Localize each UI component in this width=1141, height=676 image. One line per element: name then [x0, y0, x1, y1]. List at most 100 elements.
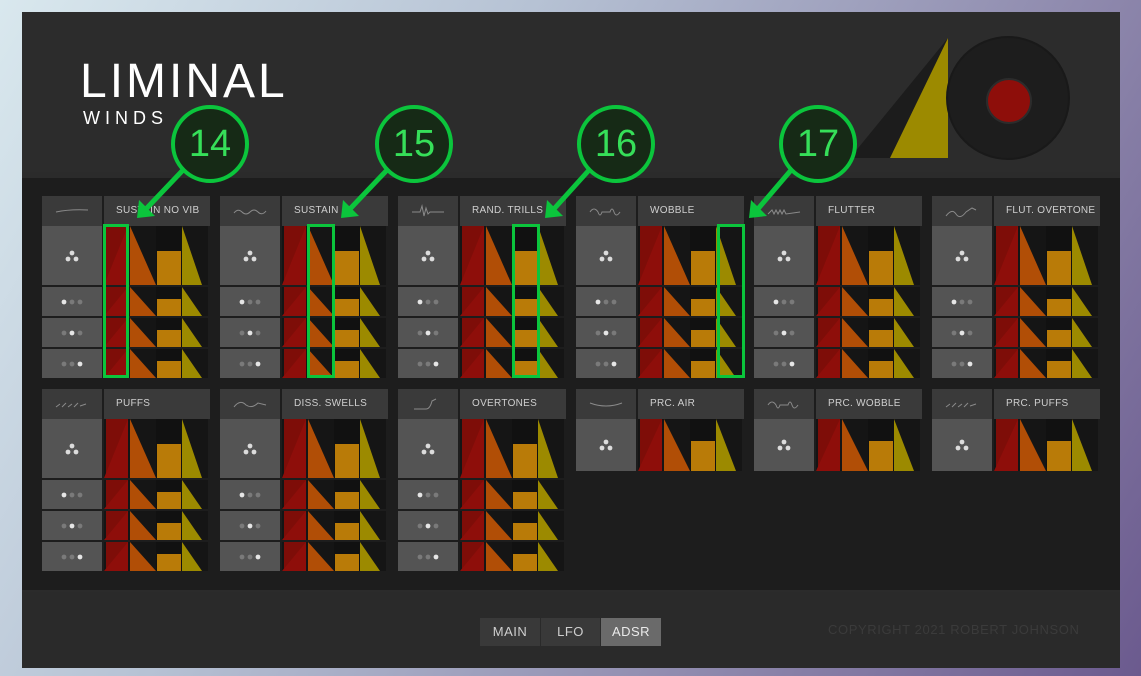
- articulation-pad-2[interactable]: [576, 318, 636, 347]
- release-meter[interactable]: [360, 419, 386, 571]
- dots-icon: [599, 250, 613, 261]
- dots-icon: [773, 361, 795, 366]
- decay-meter[interactable]: [664, 226, 690, 378]
- articulation-pad-1[interactable]: [220, 287, 280, 316]
- attack-meter[interactable]: [282, 226, 308, 378]
- articulation-pad-2[interactable]: [42, 318, 102, 347]
- sustain-meter[interactable]: [690, 419, 716, 471]
- release-meter[interactable]: [894, 226, 920, 378]
- articulation-pad-all[interactable]: [932, 419, 992, 471]
- articulation-pad-3[interactable]: [398, 542, 458, 571]
- nav-lfo-button[interactable]: LFO: [541, 618, 600, 646]
- articulation-pad-3[interactable]: [220, 542, 280, 571]
- sustain-meter[interactable]: [690, 226, 716, 378]
- attack-meter[interactable]: [638, 226, 664, 378]
- dots-icon: [417, 554, 439, 559]
- dots-icon: [243, 250, 257, 261]
- decay-meter[interactable]: [1020, 226, 1046, 378]
- articulation-pad-1[interactable]: [42, 287, 102, 316]
- overtone-wave-icon: [398, 389, 458, 419]
- panel-title: PUFFS: [104, 389, 210, 419]
- sustain-meter[interactable]: [512, 419, 538, 571]
- articulation-pad-2[interactable]: [754, 318, 814, 347]
- articulation-pad-all[interactable]: [932, 226, 992, 285]
- vibrato-wave-icon: [220, 196, 280, 226]
- release-meter[interactable]: [1072, 226, 1098, 378]
- sustain-meter[interactable]: [1046, 226, 1072, 378]
- articulation-pad-all[interactable]: [398, 226, 458, 285]
- brand-logo: LIMINAL: [80, 55, 288, 108]
- release-meter[interactable]: [538, 226, 564, 378]
- articulation-pad-all[interactable]: [220, 419, 280, 478]
- dots-icon: [243, 443, 257, 454]
- articulation-pad-all[interactable]: [754, 226, 814, 285]
- sustain-meter[interactable]: [868, 226, 894, 378]
- attack-meter[interactable]: [460, 226, 486, 378]
- master-knob[interactable]: [948, 38, 1068, 158]
- puff-wave-icon: [42, 389, 102, 419]
- release-meter[interactable]: [360, 226, 386, 378]
- articulation-pad-2[interactable]: [398, 318, 458, 347]
- articulation-pad-3[interactable]: [932, 349, 992, 378]
- articulation-pad-all[interactable]: [220, 226, 280, 285]
- sustain-meter[interactable]: [334, 226, 360, 378]
- articulation-pad-1[interactable]: [576, 287, 636, 316]
- nav-main-button[interactable]: MAIN: [480, 618, 540, 646]
- sustain-meter[interactable]: [868, 419, 894, 471]
- decay-meter[interactable]: [486, 419, 512, 571]
- articulation-pad-all[interactable]: [576, 226, 636, 285]
- articulation-pad-all[interactable]: [398, 419, 458, 478]
- attack-meter[interactable]: [816, 419, 842, 471]
- articulation-pad-3[interactable]: [576, 349, 636, 378]
- attack-meter[interactable]: [994, 419, 1020, 471]
- attack-meter[interactable]: [282, 419, 308, 571]
- decay-meter[interactable]: [130, 226, 156, 378]
- decay-meter[interactable]: [664, 419, 690, 471]
- sustain-meter[interactable]: [1046, 419, 1072, 471]
- articulation-pad-2[interactable]: [42, 511, 102, 540]
- release-meter[interactable]: [538, 419, 564, 571]
- articulation-pad-3[interactable]: [754, 349, 814, 378]
- decay-meter[interactable]: [842, 419, 868, 471]
- articulation-pad-3[interactable]: [42, 349, 102, 378]
- decay-meter[interactable]: [486, 226, 512, 378]
- attack-meter[interactable]: [104, 419, 130, 571]
- articulation-pad-1[interactable]: [220, 480, 280, 509]
- articulation-pad-3[interactable]: [398, 349, 458, 378]
- attack-meter[interactable]: [816, 226, 842, 378]
- knob-indicator: [986, 78, 1032, 124]
- dots-icon: [773, 330, 795, 335]
- attack-meter[interactable]: [638, 419, 664, 471]
- release-meter[interactable]: [716, 419, 742, 471]
- release-meter[interactable]: [182, 226, 208, 378]
- articulation-pad-all[interactable]: [42, 419, 102, 478]
- articulation-pad-all[interactable]: [754, 419, 814, 471]
- nav-adsr-button[interactable]: ADSR: [601, 618, 661, 646]
- attack-meter[interactable]: [994, 226, 1020, 378]
- articulation-pad-2[interactable]: [932, 318, 992, 347]
- decay-meter[interactable]: [1020, 419, 1046, 471]
- release-meter[interactable]: [182, 419, 208, 571]
- decay-meter[interactable]: [308, 419, 334, 571]
- decay-meter[interactable]: [842, 226, 868, 378]
- articulation-pad-2[interactable]: [220, 318, 280, 347]
- articulation-pad-1[interactable]: [42, 480, 102, 509]
- dots-icon: [417, 523, 439, 528]
- articulation-pad-1[interactable]: [932, 287, 992, 316]
- sustain-meter[interactable]: [156, 226, 182, 378]
- release-meter[interactable]: [1072, 419, 1098, 471]
- attack-meter[interactable]: [460, 419, 486, 571]
- sustain-meter[interactable]: [156, 419, 182, 571]
- articulation-pad-all[interactable]: [576, 419, 636, 471]
- release-meter[interactable]: [894, 419, 920, 471]
- articulation-pad-3[interactable]: [42, 542, 102, 571]
- sustain-meter[interactable]: [334, 419, 360, 571]
- decay-meter[interactable]: [130, 419, 156, 571]
- articulation-pad-2[interactable]: [398, 511, 458, 540]
- articulation-pad-1[interactable]: [398, 287, 458, 316]
- articulation-pad-1[interactable]: [754, 287, 814, 316]
- articulation-pad-all[interactable]: [42, 226, 102, 285]
- articulation-pad-1[interactable]: [398, 480, 458, 509]
- articulation-pad-3[interactable]: [220, 349, 280, 378]
- articulation-pad-2[interactable]: [220, 511, 280, 540]
